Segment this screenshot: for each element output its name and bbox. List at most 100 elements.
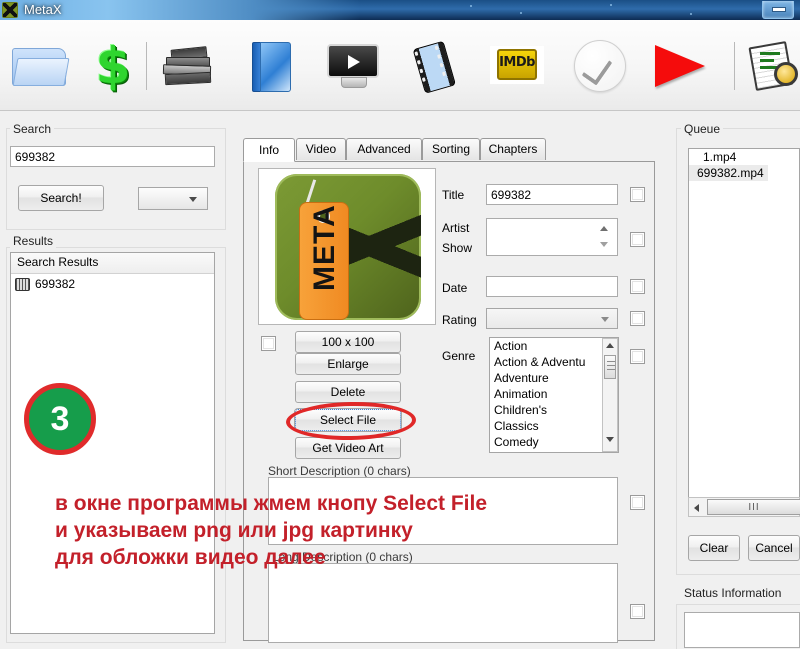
tab-video[interactable]: Video <box>296 138 346 160</box>
video-monitor-icon <box>327 44 379 88</box>
toolbar-purchase-button[interactable]: $ <box>82 36 144 94</box>
list-item-label: 699382 <box>35 277 76 291</box>
minimize-button[interactable] <box>762 1 794 19</box>
metax-app-icon <box>2 2 18 18</box>
caret-left-icon[interactable] <box>694 504 699 512</box>
tab-bar: Info Video Advanced Sorting Chapters <box>243 138 655 162</box>
chevron-down-icon <box>189 197 197 202</box>
spreadsheet-search-icon <box>748 41 800 91</box>
list-item[interactable]: Adventure <box>490 370 618 386</box>
list-item[interactable]: 699382 <box>11 274 214 292</box>
toolbar-separator <box>146 42 147 90</box>
search-input[interactable] <box>10 146 215 167</box>
annotation-text: в окне программы жмем кнопу Select File … <box>55 492 488 569</box>
search-panel <box>6 128 226 230</box>
tab-info[interactable]: Info <box>243 138 295 162</box>
list-item[interactable]: Animation <box>490 386 618 402</box>
imdb-icon: IMDb <box>490 46 544 84</box>
search-results-column-header[interactable]: Search Results <box>11 253 214 274</box>
window-titlebar: MetaX <box>0 0 800 20</box>
rating-select[interactable] <box>486 308 618 329</box>
toolbar-write-tags-button[interactable] <box>650 36 712 94</box>
tab-advanced[interactable]: Advanced <box>346 138 422 160</box>
folder-icon <box>12 46 70 86</box>
spinner-up-icon[interactable] <box>600 226 608 231</box>
titlebar-star <box>520 12 522 14</box>
chevron-down-icon <box>601 317 609 322</box>
toolbar-verify-button[interactable] <box>568 36 630 94</box>
title-checkbox[interactable] <box>630 187 645 202</box>
date-checkbox[interactable] <box>630 279 645 294</box>
genre-scrollbar-thumb[interactable] <box>604 355 616 379</box>
tab-sorting[interactable]: Sorting <box>422 138 480 160</box>
list-item[interactable]: Classics <box>490 418 618 434</box>
date-input[interactable] <box>486 276 618 297</box>
main-toolbar: $ IMDb <box>0 20 800 111</box>
genre-checkbox[interactable] <box>630 349 645 364</box>
metax-logo-icon: META <box>275 174 421 320</box>
books-icon <box>161 46 213 86</box>
list-item[interactable]: Action & Adventu <box>490 354 618 370</box>
scroll-down-icon[interactable] <box>606 437 614 442</box>
window-title: MetaX <box>24 2 62 17</box>
tab-chapters[interactable]: Chapters <box>480 138 546 160</box>
queue-hscrollbar-thumb[interactable]: III <box>707 499 800 515</box>
toolbar-video-button[interactable] <box>322 36 384 94</box>
toolbar-imdb-button[interactable]: IMDb <box>486 36 548 94</box>
list-item[interactable]: 699382.mp4 <box>689 165 768 181</box>
cancel-button[interactable]: Cancel <box>748 535 800 561</box>
artist-show-input[interactable] <box>486 218 618 256</box>
red-play-arrow-icon <box>655 45 705 87</box>
artist-show-checkbox[interactable] <box>630 232 645 247</box>
clear-button[interactable]: Clear <box>688 535 740 561</box>
titlebar-star <box>470 5 472 7</box>
titlebar-star <box>610 4 612 6</box>
toolbar-open-folder-button[interactable] <box>8 36 70 94</box>
status-panel-legend: Status Information <box>681 586 785 600</box>
search-source-select[interactable] <box>138 187 208 210</box>
toolbar-separator <box>734 42 735 90</box>
scroll-up-icon[interactable] <box>606 343 614 348</box>
rating-field-label: Rating <box>442 313 477 327</box>
genre-list[interactable]: Action Action & Adventu Adventure Animat… <box>489 337 619 453</box>
artwork-checkbox[interactable] <box>261 336 276 351</box>
check-circle-icon <box>574 40 626 92</box>
toolbar-spreadsheet-button[interactable] <box>744 36 800 94</box>
results-panel-legend: Results <box>10 234 57 248</box>
blue-book-icon <box>252 42 291 92</box>
search-button[interactable]: Search! <box>18 185 104 211</box>
show-field-label: Show <box>442 241 473 255</box>
imdb-icon-label: IMDb <box>499 55 535 70</box>
genre-scrollbar[interactable] <box>602 338 618 452</box>
short-description-label: Short Description (0 chars) <box>268 464 411 478</box>
queue-panel-legend: Queue <box>681 122 724 136</box>
spinner-down-icon[interactable] <box>600 242 608 247</box>
enlarge-button[interactable]: Enlarge <box>295 353 401 375</box>
list-item[interactable]: Action <box>490 338 618 354</box>
step-number-badge: 3 <box>24 383 96 455</box>
status-information-textarea[interactable] <box>684 612 800 648</box>
toolbar-book-button[interactable] <box>240 36 302 94</box>
delete-button[interactable]: Delete <box>295 381 401 403</box>
title-input[interactable] <box>486 184 618 205</box>
get-video-art-button[interactable]: Get Video Art <box>295 437 401 459</box>
search-panel-legend: Search <box>10 122 55 136</box>
rating-checkbox[interactable] <box>630 311 645 326</box>
list-item[interactable]: Comedy <box>490 434 618 450</box>
list-item[interactable]: Children's <box>490 402 618 418</box>
dollar-icon: $ <box>95 37 131 95</box>
queue-hscrollbar[interactable]: III <box>688 497 800 517</box>
toolbar-books-button[interactable] <box>156 36 218 94</box>
queue-list[interactable]: 1.mp4 699382.mp4 <box>688 148 800 498</box>
film-strip-icon <box>407 39 463 94</box>
artist-field-label: Artist <box>442 221 470 235</box>
titlebar-star <box>690 13 692 15</box>
title-field-label: Title <box>442 188 465 202</box>
long-description-checkbox[interactable] <box>630 604 645 619</box>
list-item[interactable]: 1.mp4 <box>689 149 799 165</box>
artwork-preview[interactable]: META <box>258 168 436 325</box>
date-field-label: Date <box>442 281 468 295</box>
artwork-size-label: 100 x 100 <box>295 331 401 353</box>
toolbar-film-button[interactable] <box>404 36 466 94</box>
long-description-textarea[interactable] <box>268 563 618 643</box>
